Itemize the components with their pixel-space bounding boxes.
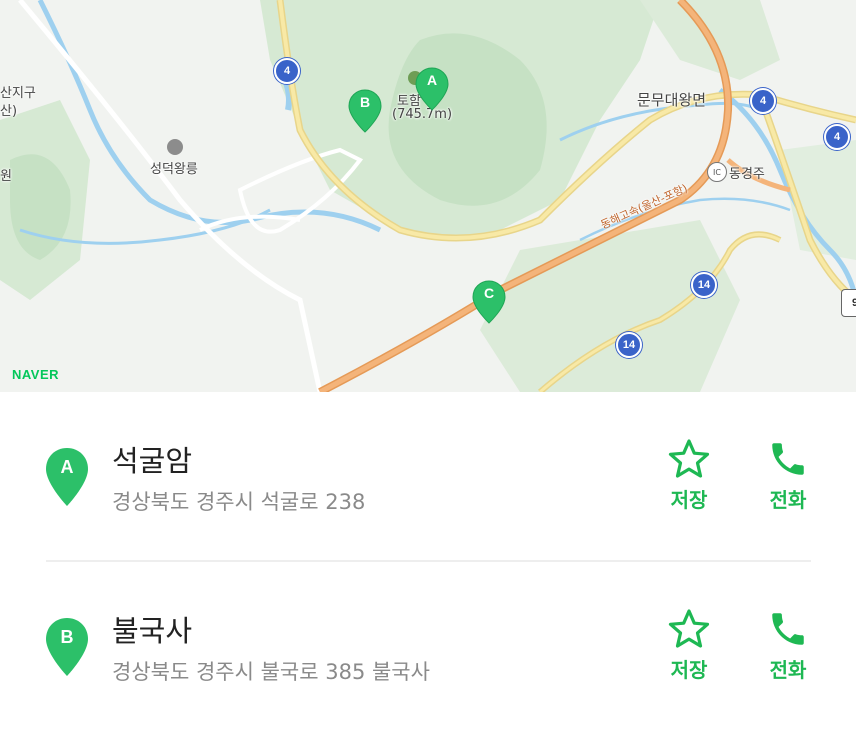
call-label: 전화 [769,658,807,682]
ic-badge: IC [707,162,727,182]
map-marker-a[interactable]: A [414,66,450,112]
save-label: 저장 [670,658,708,682]
marker-b-icon: B [44,616,90,678]
map-label-town[interactable]: 문무대왕면 [637,89,706,110]
star-icon [668,439,710,478]
map-canvas [0,0,856,392]
phone-icon [772,443,804,475]
call-label: 전화 [769,488,807,512]
map-label-left-won: 원 [0,169,12,184]
map-label-ic[interactable]: 동경주 [729,163,765,182]
save-button[interactable]: 저장 [654,438,724,513]
map-marker-c[interactable]: C [471,279,507,325]
route-shield: 9 [842,290,856,316]
route-shield: 14 [691,272,717,298]
place-address: 경상북도 경주시 불국로 385 불국사 [112,660,430,684]
save-button[interactable]: 저장 [654,608,724,683]
map-marker-b[interactable]: B [347,88,383,134]
route-shield: 4 [750,88,776,114]
save-label: 저장 [670,488,708,512]
place-item-a[interactable]: A 석굴암 경상북도 경주시 석굴로 238 저장 전화 [0,392,856,560]
tomb-icon [167,139,183,155]
map-label-left-top: 산지구 [0,86,36,101]
call-button[interactable]: 전화 [753,438,823,513]
map-label-left-paren: 산) [0,104,18,119]
call-button[interactable]: 전화 [753,608,823,683]
route-shield: 4 [824,124,850,150]
map-view[interactable]: 산지구 산) 원 성덕왕릉 토함 (745.7m) 문무대왕면 IC 동경주 동… [0,0,856,392]
route-shield: 4 [274,58,300,84]
map-label-tomb[interactable]: 성덕왕릉 [150,158,198,177]
place-item-b[interactable]: B 불국사 경상북도 경주시 불국로 385 불국사 저장 전화 [0,562,856,730]
naver-logo: NAVER [12,367,60,382]
phone-icon [772,613,804,645]
star-icon [668,609,710,648]
route-shield: 14 [616,332,642,358]
place-name[interactable]: 석굴암 [112,438,192,480]
marker-a-icon: A [44,446,90,508]
place-name[interactable]: 불국사 [112,608,192,650]
place-address: 경상북도 경주시 석굴로 238 [112,490,366,514]
